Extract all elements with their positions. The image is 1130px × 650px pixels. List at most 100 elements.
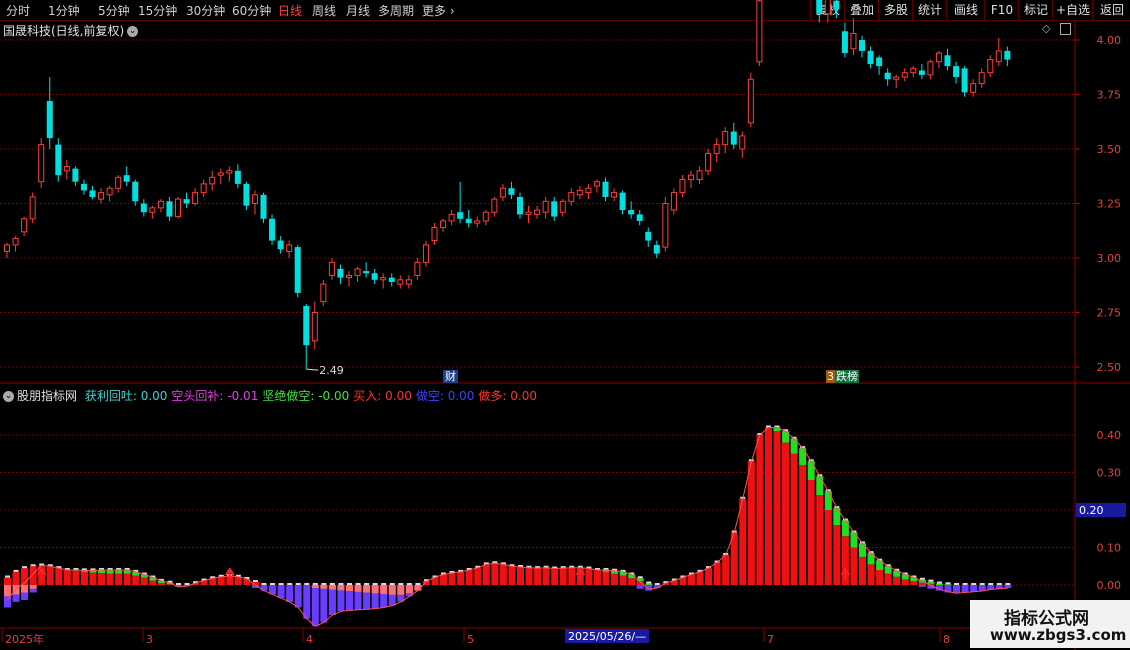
bar-cap <box>928 579 934 582</box>
long-bar <box>55 568 63 585</box>
long-bar <box>243 579 251 585</box>
candle-body <box>534 209 541 215</box>
candle-body <box>89 190 96 197</box>
candle-body <box>106 187 113 196</box>
candle-body <box>217 172 224 176</box>
short-bar <box>645 585 653 591</box>
candle-body <box>559 200 566 213</box>
long-bar <box>217 576 225 585</box>
rank-badge-label: 跌榜 <box>835 370 859 383</box>
candle-body <box>961 68 968 93</box>
bar-cap <box>389 583 395 585</box>
cover-bar <box>346 585 353 591</box>
candle-body <box>517 196 523 215</box>
ind-current-value: 0.20 <box>1079 504 1104 517</box>
candle-body <box>328 261 335 276</box>
bar-cap <box>919 577 925 580</box>
long-bar <box>910 581 918 585</box>
candle-body <box>431 226 438 242</box>
short-firm-bar <box>824 491 832 510</box>
x-tick-label: 5 <box>467 633 474 646</box>
price-tick-label: 2.50 <box>1097 361 1122 374</box>
long-bar <box>89 572 97 585</box>
candle-body <box>115 176 122 189</box>
price-tick-label: 4.00 <box>1097 34 1122 47</box>
candle-body <box>551 201 558 217</box>
candle-body <box>457 212 464 219</box>
long-bar <box>123 573 131 585</box>
candle-body <box>953 66 960 78</box>
candle-body <box>867 50 874 64</box>
candle-body <box>175 198 181 218</box>
candle-body <box>123 175 130 182</box>
cover-bar <box>380 585 388 594</box>
bar-cap <box>321 583 327 585</box>
candle-body <box>670 192 677 211</box>
candle-body <box>995 50 1002 63</box>
long-bar <box>705 568 713 585</box>
cursor-date: 2025/05/26/— <box>568 630 646 643</box>
rank-badge[interactable]: 3 跌榜 <box>826 370 859 383</box>
cover-bar <box>388 585 396 595</box>
cover-bar <box>354 585 362 592</box>
bar-cap <box>338 583 344 585</box>
ind-tick-label: 0.40 <box>1097 429 1122 442</box>
long-bar <box>440 574 448 585</box>
candle-body <box>29 196 36 220</box>
candle-body <box>80 183 87 191</box>
cover-bar <box>363 585 371 593</box>
candle-body <box>679 179 686 194</box>
long-bar <box>602 571 610 585</box>
candle-body <box>841 31 848 54</box>
watermark-url: www.zbgs3.com <box>990 626 1127 644</box>
candle-body <box>722 131 729 146</box>
candle-body <box>876 57 883 67</box>
candle-body <box>824 0 831 15</box>
short-bar <box>961 585 969 593</box>
candle-body <box>269 218 276 241</box>
long-bar <box>72 570 80 585</box>
watermark: 指标公式网 www.zbgs3.com <box>970 600 1130 648</box>
long-bar <box>508 566 516 585</box>
bar-cap <box>954 583 960 585</box>
cover-bar <box>328 585 336 590</box>
candle-body <box>311 312 318 342</box>
long-bar <box>551 568 559 585</box>
ind-tick-label: 0.00 <box>1097 579 1122 592</box>
long-bar <box>448 573 456 585</box>
bar-cap <box>355 583 361 585</box>
long-bar <box>850 547 858 585</box>
stock-chart[interactable]: 5.505.255.004.754.504.254.003.753.503.25… <box>0 0 1130 650</box>
low-label: 2.49 <box>319 364 344 377</box>
bar-cap <box>415 583 421 585</box>
bar-cap <box>13 569 19 572</box>
candle-body <box>55 144 62 176</box>
long-bar <box>585 568 593 585</box>
short-firm-bar <box>910 577 918 582</box>
long-bar <box>611 573 619 585</box>
long-bar <box>559 568 567 585</box>
long-bar <box>756 435 764 585</box>
bar-cap <box>381 583 387 585</box>
long-bar <box>568 567 576 585</box>
bar-cap <box>406 583 412 585</box>
bar-cap <box>270 583 276 585</box>
candle-body <box>346 274 352 279</box>
bar-cap <box>30 564 36 567</box>
bar-cap <box>945 582 951 585</box>
cover-bar <box>311 585 319 588</box>
candle-body <box>884 72 891 80</box>
candle-body <box>918 70 925 75</box>
short-bar <box>311 585 319 627</box>
candle-body <box>422 244 429 263</box>
indicator-line <box>7 427 1008 627</box>
candle-body <box>209 176 216 185</box>
candle-body <box>816 0 823 14</box>
candle-body <box>1004 50 1011 60</box>
candle-body <box>491 198 498 213</box>
finance-badge[interactable]: 财 <box>443 370 458 383</box>
long-bar <box>98 573 106 585</box>
candle-body <box>568 192 575 202</box>
x-tick-label: 4 <box>306 633 313 646</box>
candle-body <box>234 170 241 184</box>
